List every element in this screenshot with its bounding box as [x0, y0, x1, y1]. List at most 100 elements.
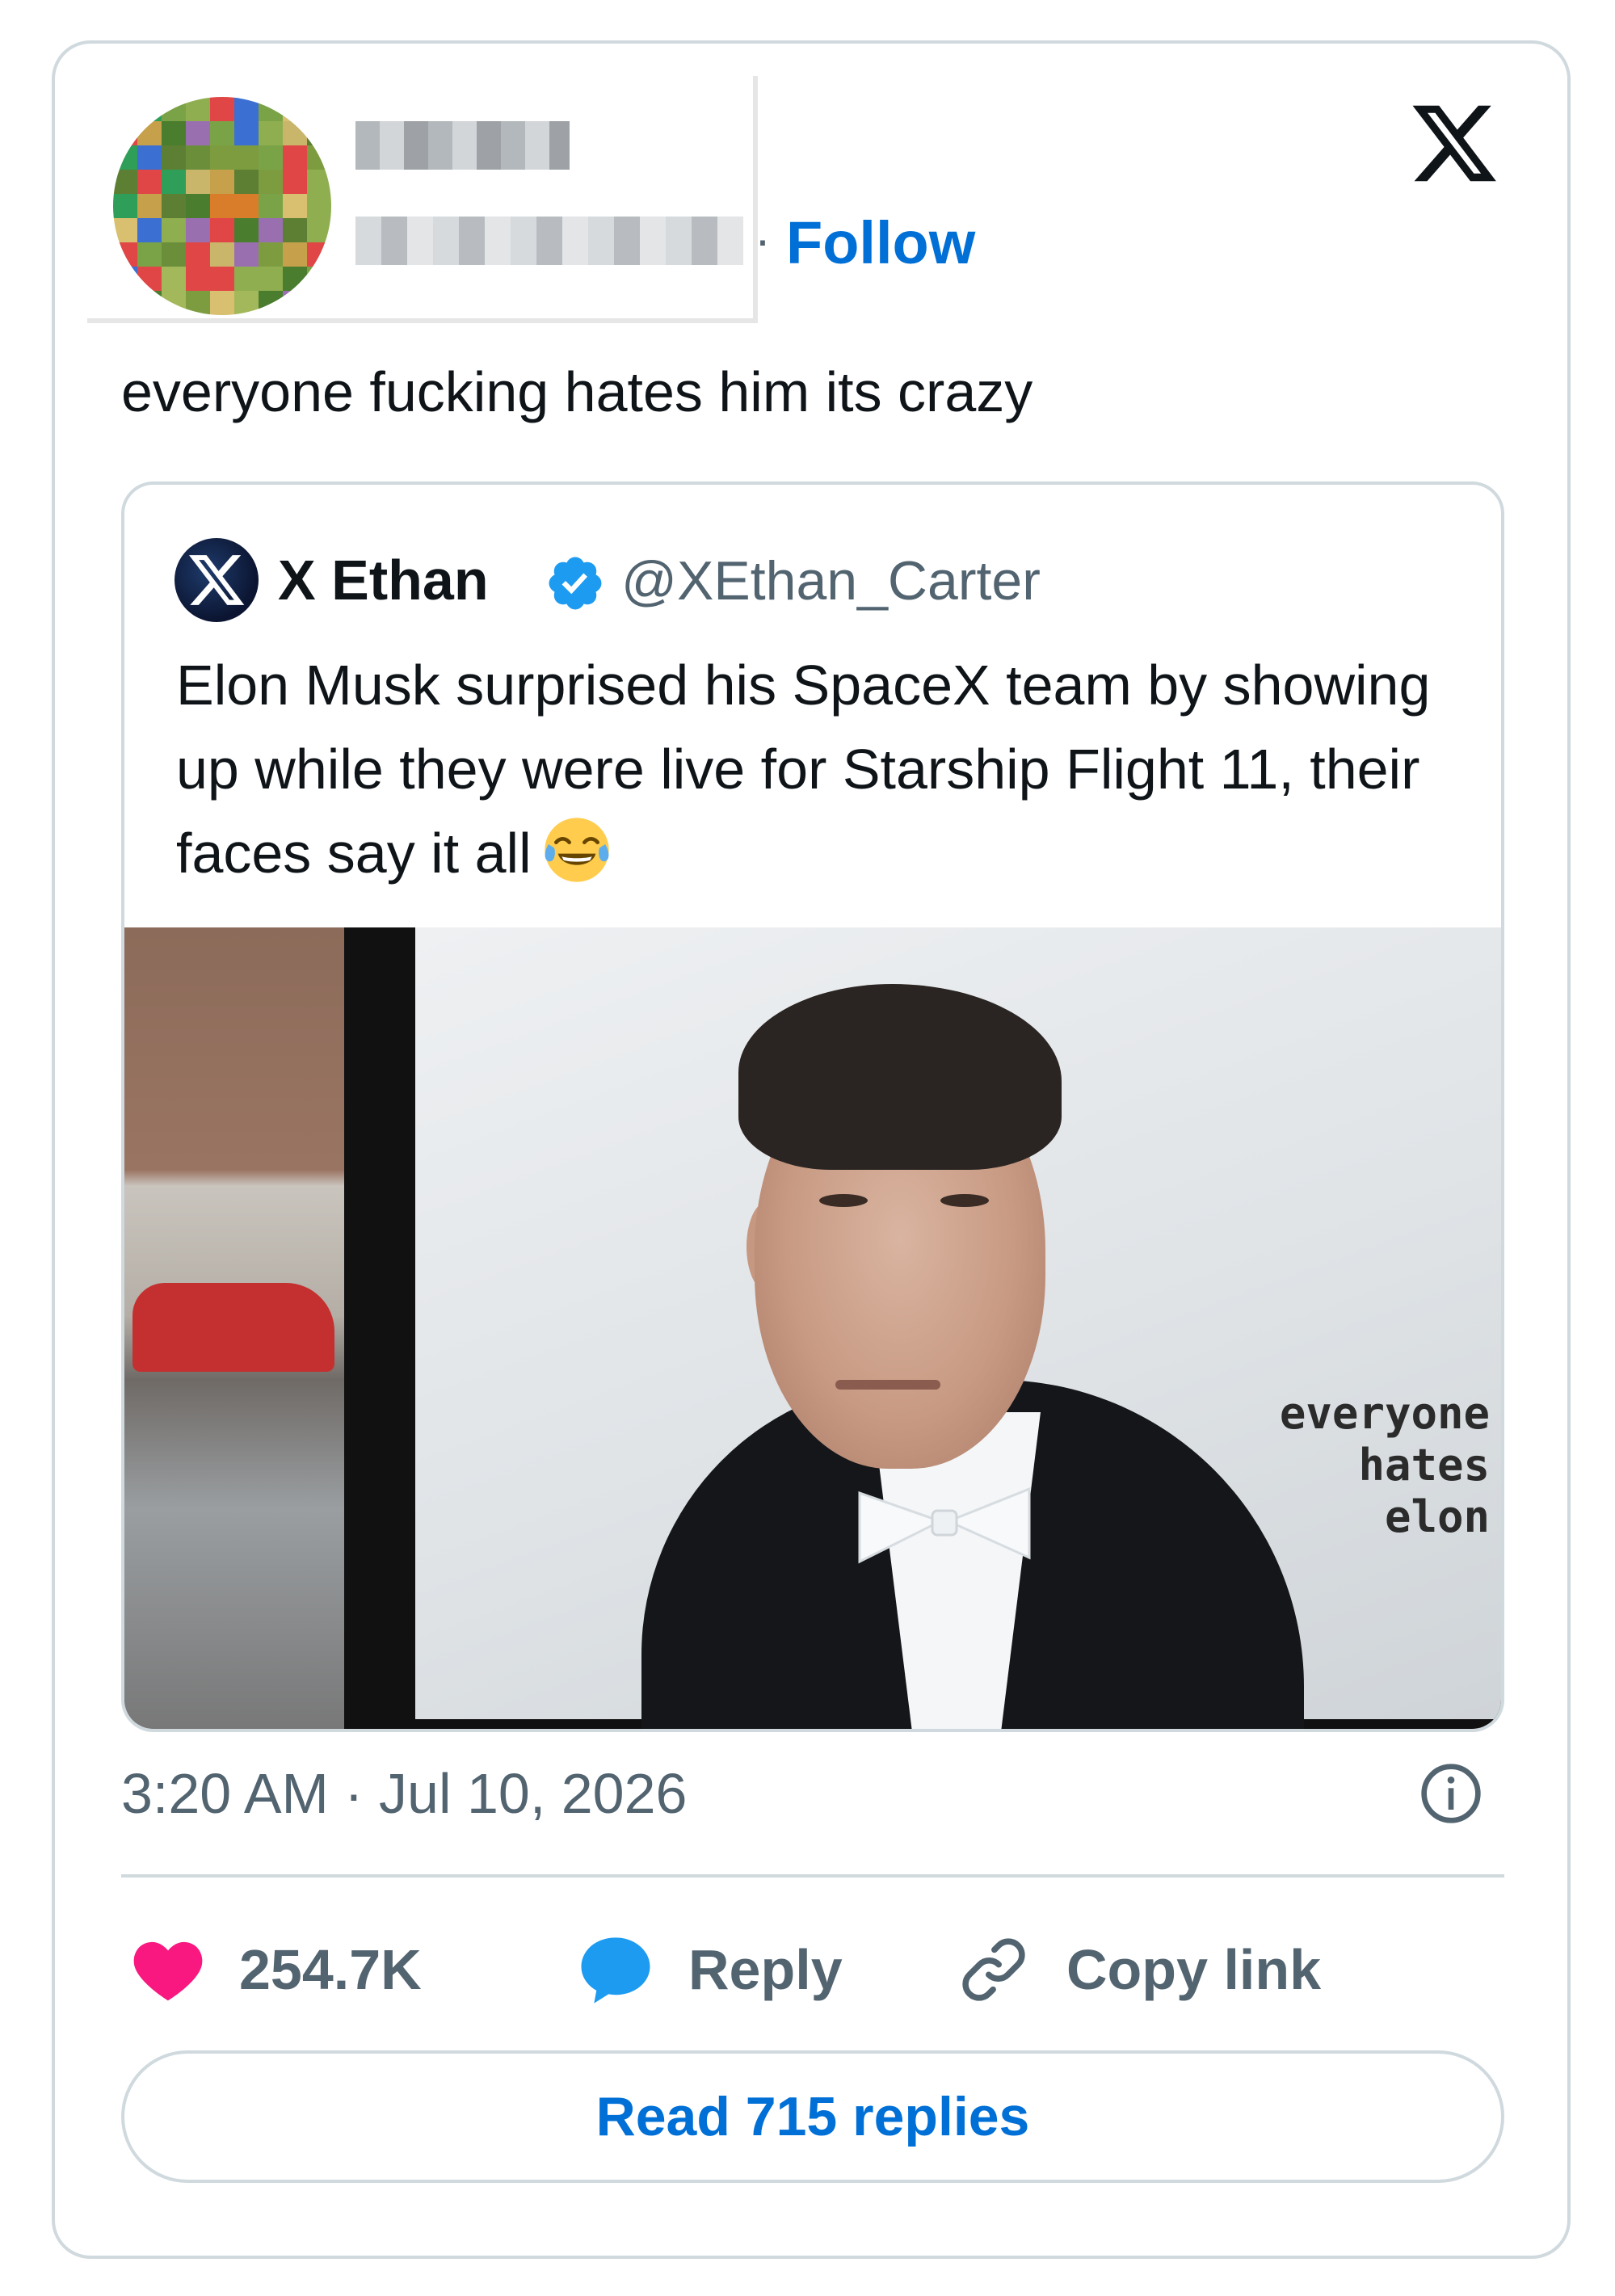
avatar-pixel	[307, 145, 331, 170]
avatar-pixel	[113, 242, 137, 267]
eye-right	[940, 1194, 989, 1207]
avatar-pixel	[234, 170, 259, 194]
heart-icon	[133, 1941, 203, 2001]
avatar-pixel	[307, 121, 331, 145]
avatar-pixel	[283, 121, 307, 145]
face-with-tears-of-joy-icon	[544, 818, 609, 882]
separator-dot: ·	[755, 212, 771, 267]
avatar-pixel	[137, 170, 162, 194]
avatar-pixel	[113, 218, 137, 242]
mouth-shape	[835, 1380, 940, 1390]
like-button[interactable]: 254.7K	[129, 1929, 422, 2010]
avatar-pixel	[259, 121, 283, 145]
x-logo-icon[interactable]	[1406, 97, 1503, 190]
poster-caption-line-1: everyone	[1279, 1388, 1490, 1439]
quoted-author-avatar[interactable]	[175, 538, 259, 622]
like-count: 254.7K	[239, 1938, 422, 2001]
avatar-pixel	[234, 97, 259, 121]
avatar-pixel	[210, 121, 234, 145]
avatar-pixel	[283, 194, 307, 218]
tweet-timestamp[interactable]: 3:20 AM · Jul 10, 2026	[121, 1761, 687, 1826]
avatar-pixel	[162, 267, 186, 291]
avatar-pixel	[210, 145, 234, 170]
avatar-pixel	[283, 170, 307, 194]
avatar-pixel	[234, 145, 259, 170]
avatar-pixel	[307, 97, 331, 121]
avatar-pixel	[137, 194, 162, 218]
avatar-pixel	[259, 97, 283, 121]
reply-button[interactable]: Reply	[575, 1929, 843, 2010]
avatar-pixel	[283, 97, 307, 121]
avatar-pixel	[186, 97, 210, 121]
avatar-pixel	[234, 267, 259, 291]
redacted-author-name	[355, 121, 570, 170]
avatar-pixel	[186, 242, 210, 267]
avatar-pixel	[137, 145, 162, 170]
avatar-pixel	[113, 291, 137, 315]
avatar-pixel	[186, 194, 210, 218]
avatar-pixel	[283, 218, 307, 242]
avatar-pixel	[186, 267, 210, 291]
avatar-pixel	[137, 121, 162, 145]
avatar-pixel	[162, 97, 186, 121]
reply-bubble-icon	[581, 1937, 650, 2004]
avatar-pixel	[210, 97, 234, 121]
follow-button[interactable]: Follow	[786, 208, 975, 277]
author-avatar-redacted[interactable]	[113, 97, 331, 315]
avatar-pixel	[137, 97, 162, 121]
avatar-pixel	[186, 291, 210, 315]
avatar-pixel	[210, 242, 234, 267]
avatar-pixel	[234, 218, 259, 242]
avatar-pixel	[234, 194, 259, 218]
quoted-author-name[interactable]: X Ethan	[278, 548, 489, 612]
avatar-pixel	[113, 194, 137, 218]
avatar-pixel	[113, 121, 137, 145]
quoted-tweet-image[interactable]: everyone hates elon	[124, 927, 1501, 1729]
avatar-pixel	[186, 121, 210, 145]
reply-label: Reply	[688, 1938, 843, 2001]
avatar-pixel	[162, 291, 186, 315]
avatar-pixel	[210, 170, 234, 194]
avatar-pixel	[137, 291, 162, 315]
avatar-pixel	[307, 291, 331, 315]
quoted-author-handle[interactable]: @XEthan_Carter	[621, 549, 1041, 612]
avatar-pixel	[210, 218, 234, 242]
avatar-pixel	[113, 97, 137, 121]
avatar-pixel	[259, 242, 283, 267]
read-replies-button[interactable]: Read 715 replies	[121, 2050, 1504, 2183]
avatar-pixel	[113, 145, 137, 170]
avatar-pixel	[162, 218, 186, 242]
avatar-pixel	[307, 218, 331, 242]
avatar-pixel	[162, 194, 186, 218]
link-icon	[962, 1938, 1025, 2001]
avatar-pixel	[259, 145, 283, 170]
avatar-pixel	[234, 291, 259, 315]
copy-link-button[interactable]: Copy link	[953, 1929, 1321, 2010]
avatar-pixel	[210, 267, 234, 291]
avatar-pixel	[307, 242, 331, 267]
avatar-pixel	[162, 121, 186, 145]
avatar-pixel	[137, 242, 162, 267]
avatar-pixel	[259, 194, 283, 218]
avatar-pixel	[162, 170, 186, 194]
quoted-tweet-body: Elon Musk surprised his SpaceX team by s…	[176, 654, 1431, 885]
verified-badge-icon	[549, 557, 602, 610]
avatar-pixel	[162, 145, 186, 170]
avatar-pixel	[186, 145, 210, 170]
avatar-pixel	[259, 267, 283, 291]
avatar-pixel	[283, 291, 307, 315]
avatar-pixel	[307, 170, 331, 194]
avatar-pixel	[307, 267, 331, 291]
copy-link-label: Copy link	[1066, 1938, 1322, 2001]
red-car	[132, 1283, 334, 1372]
avatar-pixel	[259, 218, 283, 242]
info-icon[interactable]	[1419, 1761, 1483, 1826]
avatar-pixel	[137, 267, 162, 291]
avatar-pixel	[210, 194, 234, 218]
avatar-pixel	[259, 291, 283, 315]
avatar-pixel	[283, 145, 307, 170]
redacted-author-handle	[355, 217, 743, 265]
poster-caption-line-2: hates elon	[1358, 1440, 1490, 1542]
quoted-tweet[interactable]: X Ethan @XEthan_Carter Elon Musk surpris…	[121, 481, 1504, 1732]
bow-tie-shape	[858, 1487, 1031, 1564]
